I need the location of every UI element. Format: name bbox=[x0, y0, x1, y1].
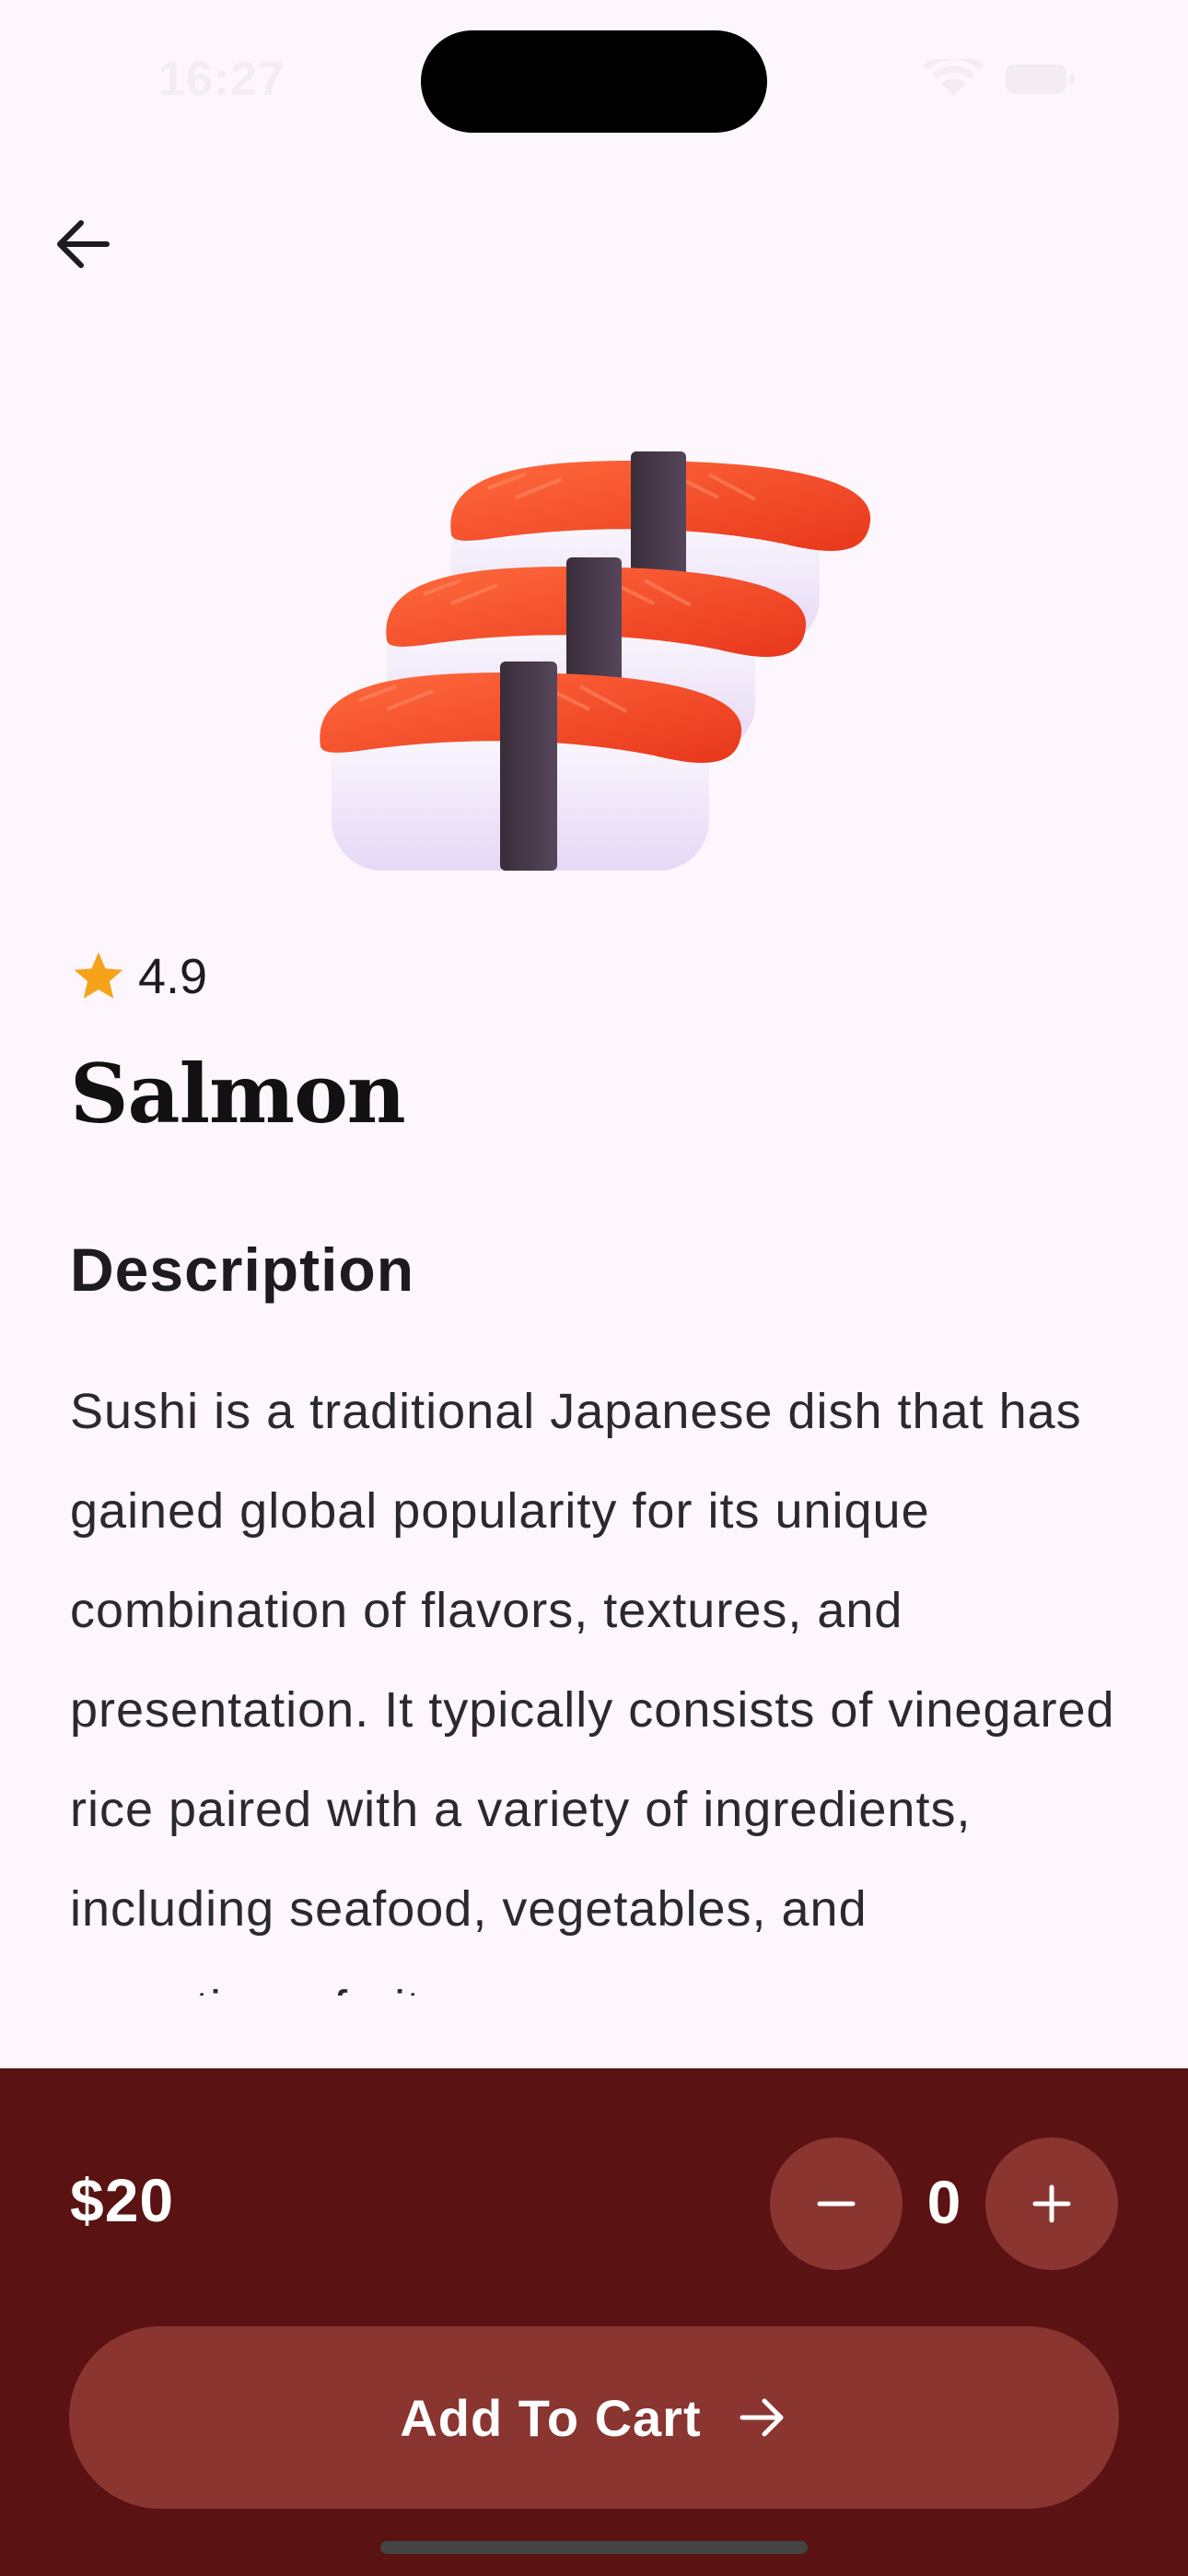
salmon-sushi-illustration bbox=[304, 433, 893, 884]
home-indicator[interactable] bbox=[380, 2541, 808, 2554]
add-to-cart-label: Add To Cart bbox=[400, 2388, 702, 2447]
product-detail-screen: 16:27 4.9 Salmon Description Sushi is a … bbox=[0, 0, 1188, 2576]
add-to-cart-button[interactable]: Add To Cart bbox=[69, 2326, 1119, 2509]
increase-quantity-button[interactable] bbox=[985, 2137, 1118, 2270]
rating-value: 4.9 bbox=[138, 949, 208, 1004]
status-time: 16:27 bbox=[158, 53, 285, 106]
plus-icon bbox=[1032, 2184, 1071, 2223]
status-bar: 16:27 bbox=[0, 0, 1188, 157]
description-scroll-area[interactable]: Sushi is a traditional Japanese dish tha… bbox=[70, 1362, 1129, 1996]
rating: 4.9 bbox=[70, 942, 207, 1012]
arrow-left-icon bbox=[57, 220, 110, 268]
battery-icon bbox=[1006, 64, 1074, 94]
decrease-quantity-button[interactable] bbox=[770, 2137, 903, 2270]
arrow-right-icon bbox=[737, 2392, 788, 2443]
description-text: Sushi is a traditional Japanese dish tha… bbox=[70, 1384, 1115, 1996]
price: $20 bbox=[70, 2166, 175, 2234]
product-title: Salmon bbox=[70, 1046, 406, 1142]
star-icon bbox=[74, 952, 123, 999]
status-icons bbox=[921, 59, 1077, 100]
description-heading: Description bbox=[70, 1235, 415, 1304]
dynamic-island bbox=[421, 30, 767, 133]
quantity-value: 0 bbox=[926, 2168, 961, 2236]
wifi-icon bbox=[923, 59, 984, 96]
minus-icon bbox=[817, 2201, 856, 2207]
back-button[interactable] bbox=[37, 198, 129, 290]
